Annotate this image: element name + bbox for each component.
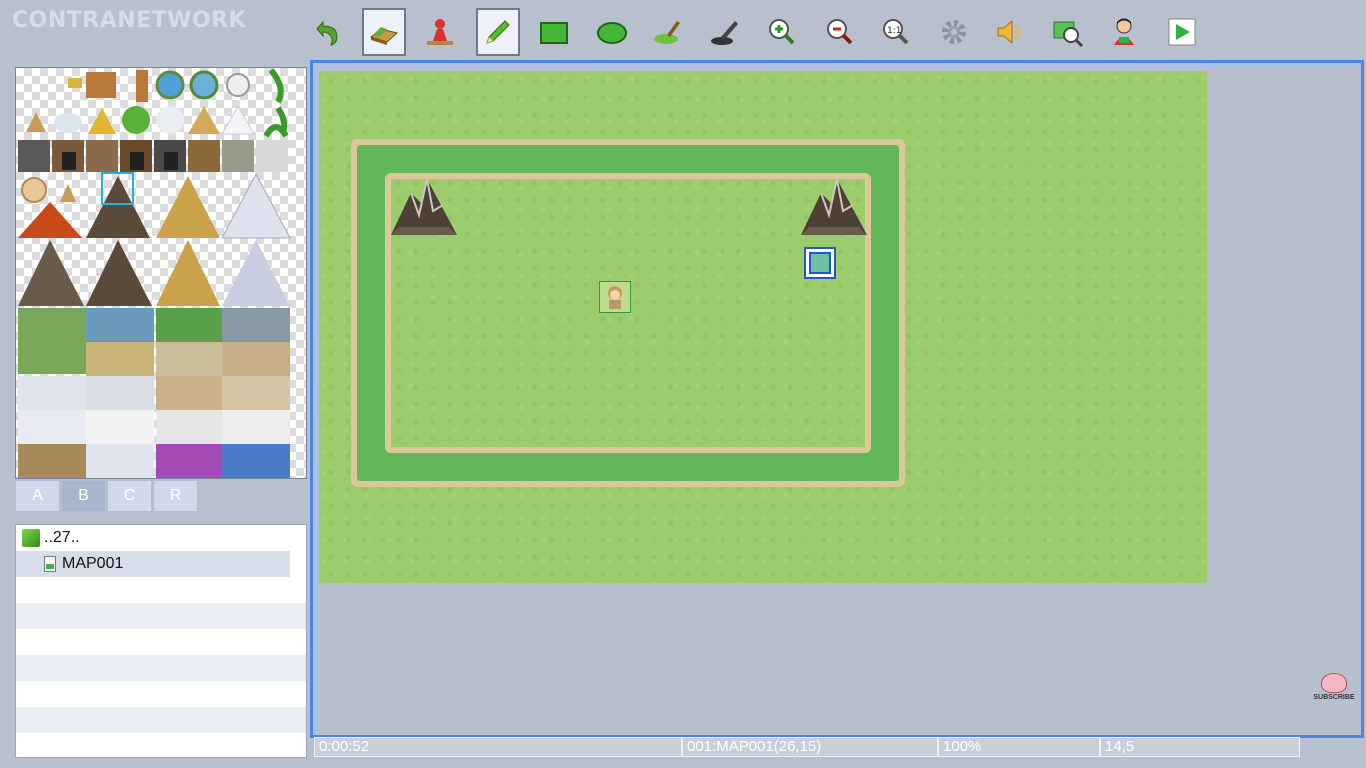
empty-row bbox=[16, 577, 306, 603]
actual-size-icon: 1:1 bbox=[883, 19, 909, 45]
undo-icon bbox=[316, 20, 338, 46]
playtest-button[interactable] bbox=[1160, 8, 1204, 56]
zoom-out-icon bbox=[827, 19, 853, 45]
search-icon bbox=[1053, 21, 1084, 48]
map-layer-button[interactable] bbox=[362, 8, 406, 56]
search-button[interactable] bbox=[1046, 8, 1090, 56]
status-bar: 0:00:52 001:MAP001(26,15) 100% 14,5 bbox=[314, 737, 1364, 757]
svg-text:1:1: 1:1 bbox=[887, 26, 901, 36]
sound-icon bbox=[997, 19, 1020, 45]
status-zoom: 100% bbox=[938, 737, 1100, 757]
map-label: MAP001 bbox=[62, 555, 124, 572]
tileset-tabs: A B C R bbox=[15, 480, 198, 512]
tileset-palette[interactable] bbox=[15, 67, 307, 479]
tab-c[interactable]: C bbox=[107, 480, 152, 512]
subscribe-label: SUBSCRIBE bbox=[1313, 694, 1355, 701]
ellipse-button[interactable] bbox=[590, 8, 634, 56]
map-canvas[interactable] bbox=[319, 71, 1207, 583]
map-icon bbox=[44, 556, 56, 572]
pencil-icon bbox=[486, 20, 510, 44]
player-start-event[interactable] bbox=[599, 281, 631, 313]
character-icon bbox=[1114, 18, 1134, 45]
mountain-tile bbox=[391, 178, 457, 235]
gear-icon bbox=[942, 20, 966, 44]
zoom-in-icon bbox=[769, 19, 795, 45]
subscribe-watermark: SUBSCRIBE bbox=[1313, 673, 1355, 707]
map-layer-icon bbox=[369, 27, 399, 45]
map-tree: ..27.. MAP001 bbox=[15, 524, 307, 758]
status-coords: 14,5 bbox=[1100, 737, 1300, 757]
status-time: 0:00:52 bbox=[314, 737, 682, 757]
tab-r[interactable]: R bbox=[153, 480, 198, 512]
empty-row bbox=[16, 655, 306, 681]
zoom-out-button[interactable] bbox=[818, 8, 862, 56]
project-node[interactable]: ..27.. bbox=[16, 525, 306, 551]
shadow-pen-button[interactable] bbox=[704, 8, 748, 56]
mountain-tile bbox=[801, 178, 867, 235]
character-button[interactable] bbox=[1102, 8, 1146, 56]
empty-row bbox=[16, 707, 306, 733]
toolbar: 1:1 bbox=[300, 4, 1220, 58]
map-cursor bbox=[804, 247, 836, 279]
mascot-icon bbox=[1321, 673, 1347, 693]
player-sprite-icon bbox=[608, 286, 622, 309]
event-layer-button[interactable] bbox=[418, 8, 462, 56]
status-map: 001:MAP001(26,15) bbox=[682, 737, 938, 757]
project-label: ..27.. bbox=[44, 529, 80, 546]
empty-row bbox=[16, 681, 306, 707]
undo-button[interactable] bbox=[304, 8, 348, 56]
rectangle-icon bbox=[540, 22, 568, 44]
event-layer-icon bbox=[427, 19, 453, 45]
pencil-button[interactable] bbox=[476, 8, 520, 56]
empty-row bbox=[16, 603, 306, 629]
flood-fill-button[interactable] bbox=[646, 8, 690, 56]
project-icon bbox=[22, 529, 40, 547]
tile-selection-cursor bbox=[101, 172, 134, 205]
empty-row bbox=[16, 629, 306, 655]
fill-icon bbox=[654, 21, 680, 44]
ellipse-icon bbox=[597, 22, 627, 44]
brand-watermark: CONTRANETWORK bbox=[12, 8, 247, 33]
map-node[interactable]: MAP001 bbox=[16, 551, 290, 577]
tileset-graphics bbox=[18, 68, 291, 478]
sound-button[interactable] bbox=[988, 8, 1032, 56]
rectangle-button[interactable] bbox=[532, 8, 576, 56]
tab-b[interactable]: B bbox=[61, 480, 106, 512]
zoom-in-button[interactable] bbox=[760, 8, 804, 56]
play-icon bbox=[1168, 18, 1196, 46]
map-editor[interactable]: SUBSCRIBE bbox=[310, 60, 1364, 738]
settings-button[interactable] bbox=[932, 8, 976, 56]
tab-a[interactable]: A bbox=[15, 480, 60, 512]
shadow-pen-icon bbox=[711, 21, 738, 45]
actual-size-button[interactable]: 1:1 bbox=[874, 8, 918, 56]
